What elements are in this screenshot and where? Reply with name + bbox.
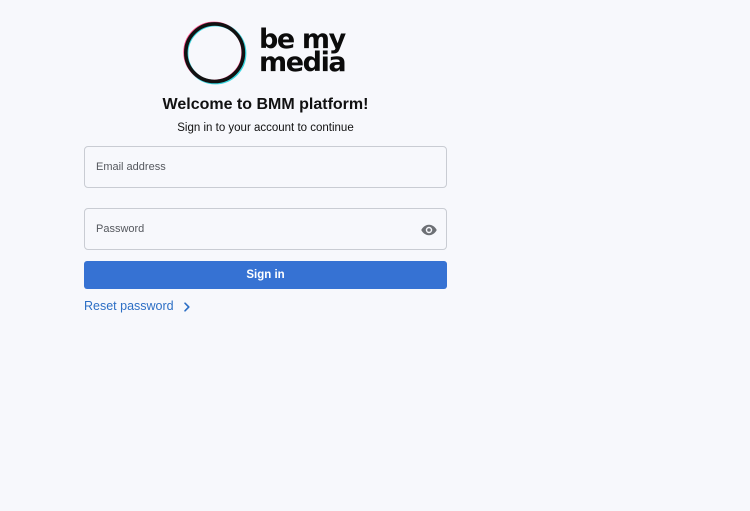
email-input[interactable]: [85, 147, 446, 187]
reset-password-link[interactable]: Reset password: [84, 299, 193, 314]
eye-icon[interactable]: [419, 221, 439, 239]
page-subtitle: Sign in to your account to continue: [177, 122, 354, 134]
password-input[interactable]: [85, 209, 446, 249]
reset-password-label: Reset password: [84, 299, 174, 313]
circle-logo-icon: [183, 21, 247, 85]
brand-wordmark: be my media: [259, 26, 347, 78]
chevron-right-icon: [183, 301, 190, 312]
page-title: Welcome to BMM platform!: [162, 96, 369, 113]
password-field: [84, 208, 447, 250]
brand-logo: be my media: [182, 20, 352, 88]
brand-wordmark-line-2: media: [259, 47, 347, 78]
login-page: be my media Welcome to BMM platform! Sig…: [0, 0, 750, 511]
sign-in-button[interactable]: Sign in: [84, 261, 447, 289]
email-field: [84, 146, 447, 188]
